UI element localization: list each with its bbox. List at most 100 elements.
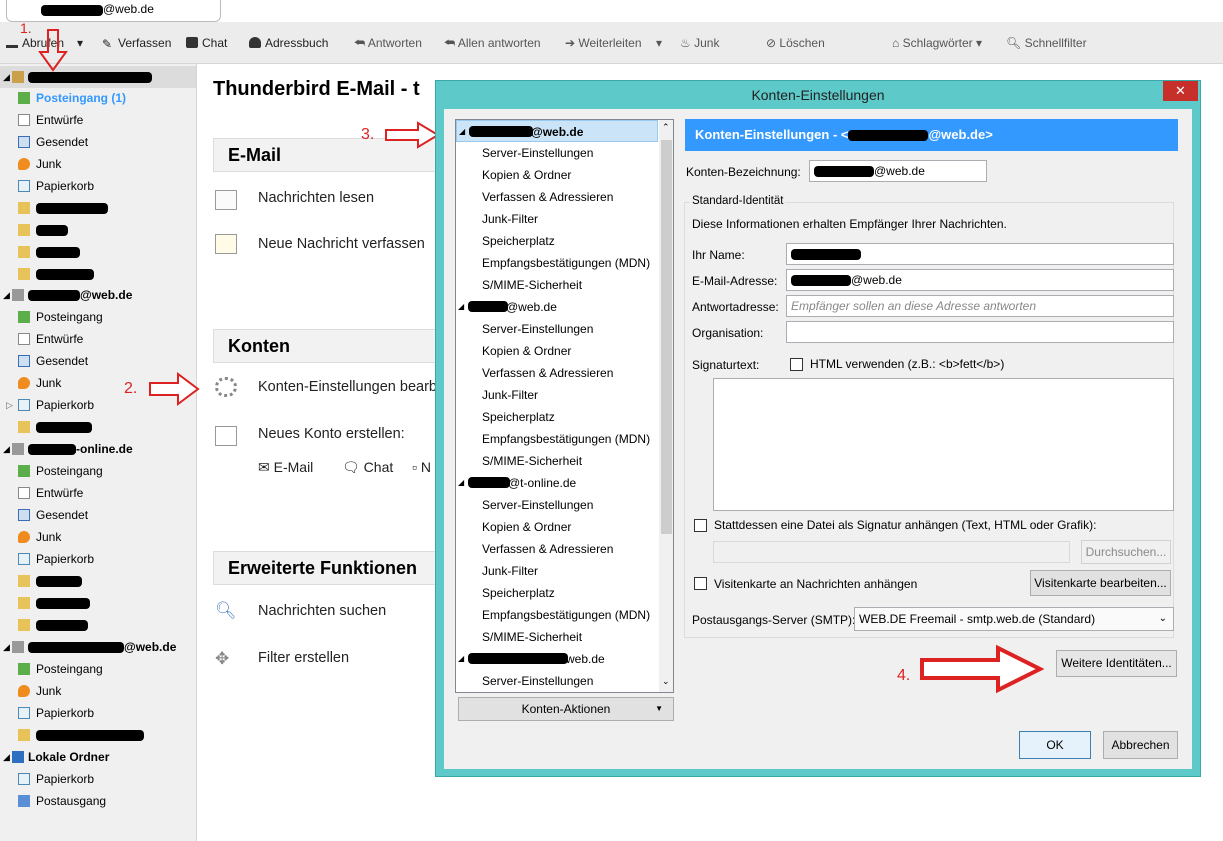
folder-papierkorb[interactable]: Papierkorb: [0, 768, 196, 790]
weiterleiten-dropdown[interactable]: ▾: [656, 36, 662, 50]
datei-path-field[interactable]: [713, 541, 1070, 563]
tree-item[interactable]: Empfangsbestätigungen (MDN): [456, 604, 658, 626]
folder-entwuerfe[interactable]: Entwürfe: [0, 482, 196, 504]
new-more-account-link[interactable]: ▫ N: [412, 459, 431, 475]
filter-erstellen-link[interactable]: Filter erstellen: [258, 650, 349, 666]
account-3[interactable]: ◢ t-online.de: [0, 438, 196, 460]
tree-item[interactable]: Server-Einstellungen: [456, 142, 658, 164]
folder-gesendet[interactable]: Gesendet: [0, 350, 196, 372]
folder-posteingang[interactable]: Posteingang: [0, 658, 196, 680]
folder-redacted[interactable]: [0, 241, 196, 263]
new-chat-account-link[interactable]: 🗨︎ Chat: [342, 459, 393, 476]
loeschen-button[interactable]: ⊘ Löschen: [766, 36, 825, 50]
account-local[interactable]: ◢ Lokale Ordner: [0, 746, 196, 768]
folder-gesendet[interactable]: Gesendet: [0, 504, 196, 526]
tree-item[interactable]: S/MIME-Sicherheit: [456, 450, 658, 472]
folder-entwuerfe[interactable]: Entwürfe: [0, 328, 196, 350]
folder-papierkorb[interactable]: Papierkorb: [0, 175, 196, 197]
folder-papierkorb[interactable]: Papierkorb: [0, 548, 196, 570]
signatur-textarea[interactable]: [713, 378, 1174, 511]
tree-item[interactable]: Verfassen & Adressieren: [456, 362, 658, 384]
tab-mail[interactable]: @web.de: [6, 0, 221, 22]
close-button[interactable]: ✕: [1163, 81, 1198, 101]
tree-account-2[interactable]: ◢ @web.de: [456, 296, 658, 318]
folder-gesendet[interactable]: Gesendet: [0, 131, 196, 153]
adressbuch-button[interactable]: Adressbuch: [249, 36, 328, 50]
konten-aktionen-button[interactable]: Konten-Aktionen ▼: [458, 697, 674, 721]
tree-item[interactable]: S/MIME-Sicherheit: [456, 274, 658, 296]
scroll-up-icon[interactable]: ⌃: [662, 122, 670, 133]
tree-item[interactable]: Server-Einstellungen: [456, 318, 658, 340]
tree-item[interactable]: Speicherplatz: [456, 406, 658, 428]
folder-redacted[interactable]: [0, 592, 196, 614]
allen-antworten-button[interactable]: ⮪ Allen antworten: [444, 36, 541, 51]
tree-item[interactable]: Kopien & Ordner: [456, 164, 658, 186]
tree-account-3[interactable]: ◢ @t-online.de: [456, 472, 658, 494]
tree-item[interactable]: Junk-Filter: [456, 384, 658, 406]
folder-postausgang[interactable]: Postausgang: [0, 790, 196, 812]
folder-papierkorb[interactable]: Papierkorb: [0, 702, 196, 724]
abrufen-dropdown[interactable]: ▾: [77, 36, 83, 50]
verfassen-button[interactable]: ✎ Verfassen: [102, 36, 171, 51]
tree-item[interactable]: Empfangsbestätigungen (MDN): [456, 252, 658, 274]
folder-entwuerfe[interactable]: Entwürfe: [0, 109, 196, 131]
folder-redacted[interactable]: [0, 197, 196, 219]
email-field[interactable]: @web.de: [786, 269, 1174, 291]
tree-item[interactable]: Speicherplatz: [456, 230, 658, 252]
organisation-field[interactable]: [786, 321, 1174, 343]
visitenkarte-bearbeiten-button[interactable]: Visitenkarte bearbeiten...: [1030, 570, 1171, 596]
datei-checkbox[interactable]: [694, 519, 707, 532]
tree-item[interactable]: S/MIME-Sicherheit: [456, 626, 658, 648]
smtp-select[interactable]: WEB.DE Freemail - smtp.web.de (Standard)…: [854, 607, 1174, 631]
folder-posteingang[interactable]: Posteingang: [0, 306, 196, 328]
tree-account-4[interactable]: ◢ web.de: [456, 648, 658, 670]
nachrichten-suchen-link[interactable]: Nachrichten suchen: [258, 603, 386, 619]
folder-junk[interactable]: Junk: [0, 153, 196, 175]
name-field[interactable]: [786, 243, 1174, 265]
tree-item[interactable]: Server-Einstellungen: [456, 670, 658, 692]
tree-item[interactable]: Kopien & Ordner: [456, 516, 658, 538]
tree-item[interactable]: Empfangsbestätigungen (MDN): [456, 428, 658, 450]
tree-item[interactable]: Verfassen & Adressieren: [456, 538, 658, 560]
folder-junk[interactable]: Junk: [0, 526, 196, 548]
folder-junk[interactable]: Junk: [0, 680, 196, 702]
weitere-identitaeten-button[interactable]: Weitere Identitäten...: [1056, 650, 1177, 677]
scrollbar-thumb[interactable]: [661, 140, 672, 534]
folder-redacted[interactable]: [0, 724, 196, 746]
junk-button[interactable]: ♨ Junk: [680, 36, 719, 50]
chat-button[interactable]: Chat: [186, 36, 227, 50]
new-email-account-link[interactable]: ✉ E-Mail: [258, 459, 313, 476]
folder-redacted[interactable]: [0, 570, 196, 592]
tree-item[interactable]: Verfassen & Adressieren: [456, 186, 658, 208]
neue-nachricht-link[interactable]: Neue Nachricht verfassen: [258, 236, 425, 252]
schlagwoerter-button[interactable]: ⌂ Schlagwörter ▾: [892, 36, 982, 50]
visitenkarte-checkbox[interactable]: [694, 577, 707, 590]
schnellfilter-button[interactable]: 🔍︎ Schnellfilter: [1006, 36, 1087, 50]
scroll-down-icon[interactable]: ⌄: [662, 676, 670, 687]
account-4[interactable]: ◢ @web.de: [0, 636, 196, 658]
konten-einstellungen-link[interactable]: Konten-Einstellungen bearb: [258, 379, 437, 395]
durchsuchen-button[interactable]: Durchsuchen...: [1081, 540, 1171, 564]
html-checkbox[interactable]: [790, 358, 803, 371]
folder-posteingang[interactable]: Posteingang: [0, 460, 196, 482]
tree-item[interactable]: Junk-Filter: [456, 560, 658, 582]
ok-button[interactable]: OK: [1019, 731, 1091, 759]
antworten-button[interactable]: ⮪ Antworten: [354, 36, 422, 51]
tree-item[interactable]: Junk-Filter: [456, 208, 658, 230]
weiterleiten-button[interactable]: ➔ Weiterleiten: [565, 36, 642, 50]
folder-redacted[interactable]: [0, 416, 196, 438]
bezeichnung-field[interactable]: @web.de: [809, 160, 987, 182]
tree-item[interactable]: Kopien & Ordner: [456, 340, 658, 362]
folder-redacted[interactable]: [0, 263, 196, 285]
folder-posteingang[interactable]: Posteingang (1): [0, 87, 196, 109]
folder-redacted[interactable]: [0, 219, 196, 241]
folder-redacted[interactable]: [0, 614, 196, 636]
tree-scrollbar[interactable]: ⌃ ⌄: [659, 120, 673, 692]
antwort-field[interactable]: Empfänger sollen an diese Adresse antwor…: [786, 295, 1174, 317]
account-1[interactable]: ◢: [0, 66, 196, 88]
tree-item[interactable]: Server-Einstellungen: [456, 494, 658, 516]
account-2[interactable]: ◢ @web.de: [0, 284, 196, 306]
tree-item[interactable]: Speicherplatz: [456, 582, 658, 604]
abbrechen-button[interactable]: Abbrechen: [1103, 731, 1178, 759]
tree-account-1[interactable]: ◢ @web.de: [456, 120, 658, 142]
